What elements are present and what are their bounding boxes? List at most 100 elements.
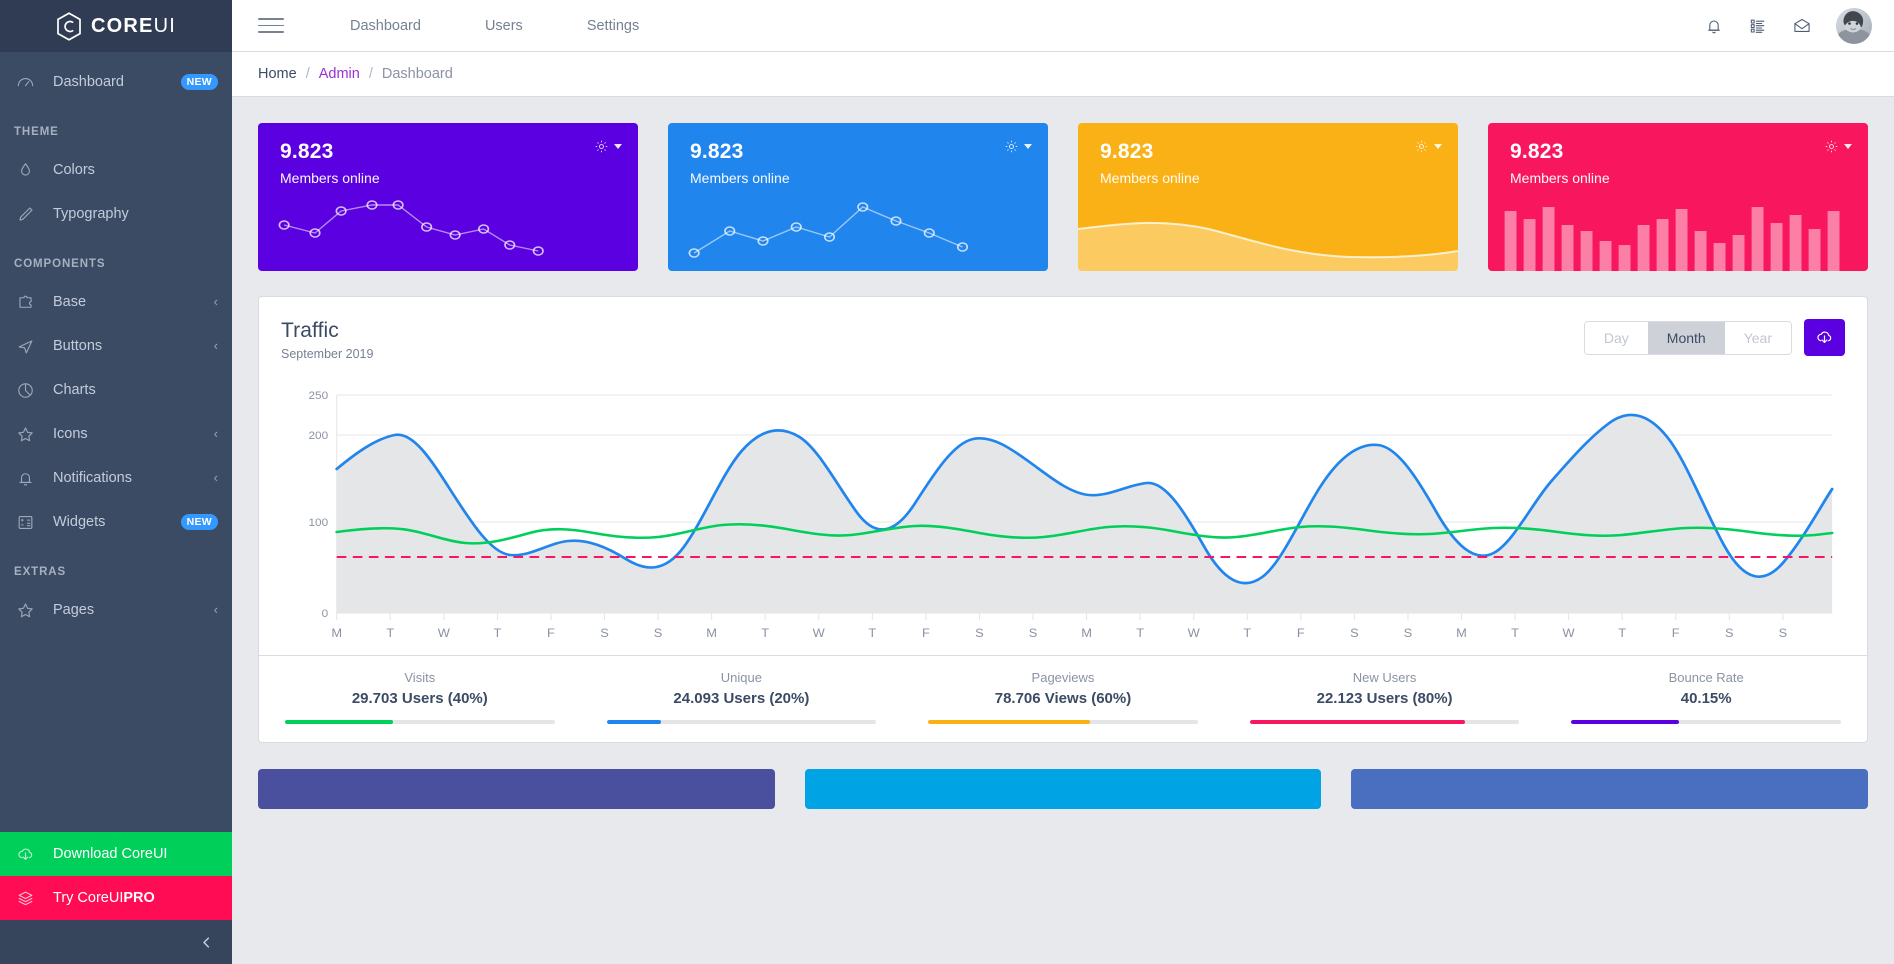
brand-name: COREUI: [91, 14, 176, 37]
chevron-left-icon: ‹: [213, 337, 218, 353]
stat-card-settings-dropdown[interactable]: [594, 139, 622, 154]
footer-stat-pageviews: Pageviews 78.706 Views (60%): [902, 670, 1224, 724]
sidebar-item-widgets[interactable]: Widgets NEW: [0, 500, 232, 544]
bottom-card-3[interactable]: [1351, 769, 1869, 809]
x-axis-tick-label: M: [1456, 626, 1467, 640]
x-axis-tick-label: T: [493, 626, 501, 640]
bell-icon[interactable]: [1692, 4, 1736, 48]
bottom-card-1[interactable]: [258, 769, 775, 809]
range-year-button[interactable]: Year: [1724, 321, 1791, 354]
sidebar-item-notifications[interactable]: Notifications ‹: [0, 456, 232, 500]
x-axis-tick-label: W: [1188, 626, 1200, 640]
footer-stat-progress: [1571, 720, 1841, 724]
page-title: Traffic: [281, 319, 339, 342]
sidebar-item-label: Dashboard: [53, 74, 124, 90]
x-axis-tick-label: F: [1297, 626, 1305, 640]
footer-stat-visits: Visits 29.703 Users (40%): [259, 670, 581, 724]
x-axis-tick-label: M: [1081, 626, 1092, 640]
header-nav-users[interactable]: Users: [453, 0, 555, 52]
sidebar-item-label: Pages: [53, 602, 95, 618]
cursor-icon: [14, 335, 36, 357]
stat-card-label: Members online: [1510, 170, 1610, 186]
sidebar-item-typography[interactable]: Typography: [0, 192, 232, 236]
stat-card-members-online-2: 9.823 Members online: [668, 123, 1048, 271]
download-chart-button[interactable]: [1804, 319, 1845, 356]
gear-icon: [1825, 140, 1838, 153]
calculator-icon: [14, 511, 36, 533]
task-list-icon[interactable]: [1736, 4, 1780, 48]
footer-stat-value: 40.15%: [1680, 690, 1732, 707]
header-nav-dashboard[interactable]: Dashboard: [318, 0, 453, 52]
header-nav-settings[interactable]: Settings: [555, 0, 671, 52]
x-axis-tick-label: M: [706, 626, 717, 640]
x-axis-tick-label: S: [1725, 626, 1734, 640]
sidebar-item-charts[interactable]: Charts: [0, 368, 232, 412]
footer-stat-value: 24.093 Users (20%): [673, 690, 810, 707]
header-icons: [1692, 4, 1872, 48]
sidebar-item-label: Notifications: [53, 470, 132, 486]
stat-card-value: 9.823: [1510, 140, 1564, 163]
sidebar-item-buttons[interactable]: Buttons ‹: [0, 324, 232, 368]
gear-icon: [595, 140, 608, 153]
stat-card-label: Members online: [1100, 170, 1200, 186]
avatar[interactable]: [1836, 7, 1872, 44]
try-coreui-pro-button[interactable]: Try CoreUIPRO: [0, 876, 232, 920]
sidebar-item-base[interactable]: Base ‹: [0, 280, 232, 324]
download-coreui-label: Download CoreUI: [53, 846, 168, 862]
footer-stat-value: 29.703 Users (40%): [351, 690, 488, 707]
footer-stat-value: 22.123 Users (80%): [1316, 690, 1453, 707]
breadcrumb-admin[interactable]: Admin: [319, 66, 360, 82]
x-axis-tick-label: W: [1563, 626, 1575, 640]
x-axis-tick-label: S: [1779, 626, 1788, 640]
sidebar-brand[interactable]: COREUI: [0, 0, 232, 52]
x-axis-tick-label: W: [813, 626, 825, 640]
footer-stat-progress: [928, 720, 1198, 724]
sidebar-item-colors[interactable]: Colors: [0, 148, 232, 192]
sidebar-collapse-toggle[interactable]: [0, 920, 232, 964]
stat-card-settings-dropdown[interactable]: [1414, 139, 1442, 154]
x-axis-tick-label: T: [1511, 626, 1519, 640]
bottom-card-2[interactable]: [804, 769, 1322, 809]
sidebar-item-icons[interactable]: Icons ‹: [0, 412, 232, 456]
stat-card-head: 9.823 Members online: [668, 123, 1048, 186]
footer-stat-progress-fill: [606, 720, 661, 724]
stat-card-area-chart: [1078, 185, 1458, 271]
hamburger-icon[interactable]: [258, 15, 284, 37]
footer-stat-progress-fill: [928, 720, 1090, 724]
sidebar-item-label: Icons: [53, 426, 88, 442]
x-axis-tick-label: M: [331, 626, 342, 640]
x-axis-tick-label: S: [600, 626, 609, 640]
subheader: Home / Admin / Dashboard: [232, 52, 1894, 97]
range-month-button[interactable]: Month: [1647, 321, 1725, 354]
header-nav: Dashboard Users Settings: [318, 0, 671, 52]
footer-stat-progress-fill: [1571, 720, 1680, 724]
app-root: COREUI Dashboard NEW THEME Colors Typogr…: [0, 0, 1894, 964]
chevron-down-icon: [614, 144, 622, 149]
bell-icon: [14, 467, 36, 489]
svg-text:200: 200: [309, 430, 329, 442]
sidebar-section-extras: EXTRAS: [14, 566, 67, 578]
stat-card-settings-dropdown[interactable]: [1004, 139, 1032, 154]
chevron-left-icon: ‹: [213, 425, 218, 441]
range-day-button[interactable]: Day: [1584, 321, 1648, 354]
x-axis-tick-label: S: [1404, 626, 1413, 640]
breadcrumb-separator: /: [368, 66, 373, 82]
breadcrumb-home[interactable]: Home: [258, 66, 297, 82]
stat-card-settings-dropdown[interactable]: [1824, 139, 1852, 154]
footer-stat-progress-fill: [1249, 720, 1466, 724]
speedometer-icon: [14, 71, 36, 93]
stat-card-value: 9.823: [1100, 140, 1154, 163]
stat-card-head: 9.823 Members online: [1488, 123, 1868, 186]
envelope-icon[interactable]: [1780, 4, 1824, 48]
stat-card-bar-chart: [1488, 185, 1868, 271]
sidebar-item-pages[interactable]: Pages ‹: [0, 588, 232, 632]
x-axis-tick-label: F: [1672, 626, 1680, 640]
sidebar-item-dashboard[interactable]: Dashboard NEW: [0, 60, 232, 104]
footer-stat-label: Visits: [404, 670, 436, 685]
x-axis-tick-label: T: [1618, 626, 1626, 640]
download-coreui-button[interactable]: Download CoreUI: [0, 832, 232, 876]
svg-text:0: 0: [322, 608, 329, 620]
chevron-down-icon: [1434, 144, 1442, 149]
breadcrumb: Home / Admin / Dashboard: [258, 66, 453, 82]
footer-stat-bounce-rate: Bounce Rate 40.15%: [1545, 670, 1867, 724]
